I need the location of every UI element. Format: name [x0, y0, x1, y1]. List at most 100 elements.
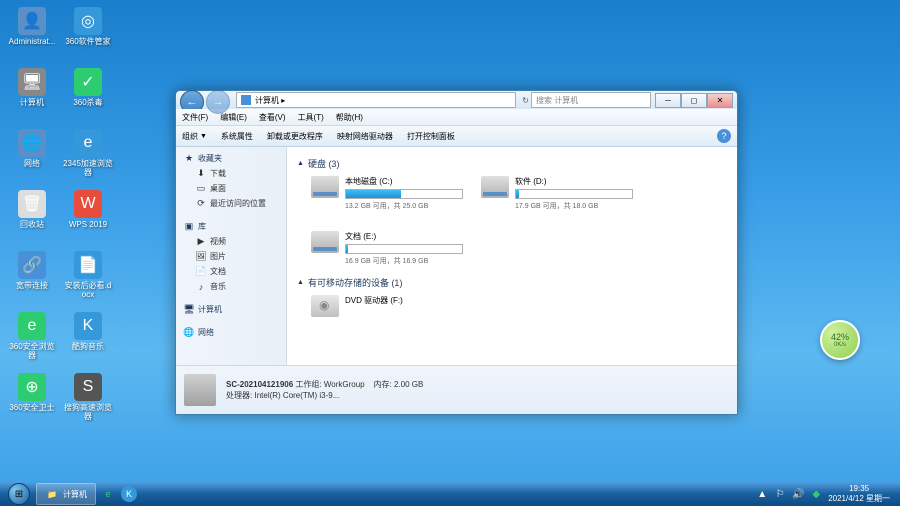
menu-item[interactable]: 工具(T)	[298, 112, 324, 123]
sidebar-item[interactable]: ⬇下载	[176, 166, 286, 181]
taskbar: ⊞ 📁 计算机 e K ▲ ⚐ 🔊 ◆ 19:35 2021/4/12 星期一	[0, 482, 900, 506]
taskbar-clock[interactable]: 19:35 2021/4/12 星期一	[828, 484, 890, 504]
sidebar-network[interactable]: 🌐网络	[176, 325, 286, 340]
desktop-icon[interactable]: 🗑回收站	[5, 188, 59, 247]
maximize-button[interactable]: ◻	[681, 93, 707, 108]
app-icon: 📄	[74, 251, 102, 279]
drive-name: DVD 驱动器 (F:)	[345, 295, 461, 306]
desktop-icon[interactable]: 🖥计算机	[5, 66, 59, 125]
drive-name: 软件 (D:)	[515, 176, 631, 187]
start-button[interactable]: ⊞	[4, 482, 34, 506]
taskbar-task-computer[interactable]: 📁 计算机	[36, 483, 96, 505]
app-icon: 👤	[18, 7, 46, 35]
speed-widget[interactable]: 42% 0K/s	[820, 320, 860, 360]
desktop-icon[interactable]: WWPS 2019	[61, 188, 115, 247]
sidebar-item[interactable]: 🖼图片	[176, 249, 286, 264]
menu-item[interactable]: 帮助(H)	[336, 112, 363, 123]
sidebar-item[interactable]: ▶视频	[176, 234, 286, 249]
icon-label: 360杀毒	[73, 98, 102, 107]
dvd-drive-item[interactable]: DVD 驱动器 (F:)	[311, 295, 461, 317]
menu-item[interactable]: 查看(V)	[259, 112, 286, 123]
drive-item[interactable]: 文档 (E:)16.9 GB 可用，共 16.9 GB	[311, 231, 461, 266]
tray-network-icon[interactable]: 🔊	[792, 488, 804, 500]
sidebar-item[interactable]: ▭桌面	[176, 181, 286, 196]
menu-item[interactable]: 编辑(E)	[220, 112, 247, 123]
nav-forward-button[interactable]: →	[206, 90, 230, 114]
icon-label: 2345加速浏览器	[63, 159, 113, 177]
desktop-icon[interactable]: e2345加速浏览器	[61, 127, 115, 186]
app-icon: 🖥	[18, 68, 46, 96]
drive-item[interactable]: 本地磁盘 (C:) 13.2 GB 可用，共 25.0 GB	[311, 176, 461, 211]
details-pane: SC-202104121906 工作组: WorkGroup 内存: 2.00 …	[176, 365, 737, 414]
menu-item[interactable]: 文件(F)	[182, 112, 208, 123]
sidebar-favorites-header[interactable]: ★收藏夹	[176, 151, 286, 166]
toolbar-item[interactable]: 打开控制面板	[407, 131, 455, 142]
hard-disk-icon	[311, 231, 339, 253]
item-icon: ♪	[196, 282, 206, 292]
minimize-button[interactable]: ─	[655, 93, 681, 108]
toolbar-item[interactable]: 映射网络驱动器	[337, 131, 393, 142]
desktop-icon[interactable]: e360安全浏览器	[5, 310, 59, 369]
help-icon[interactable]: ?	[717, 129, 731, 143]
library-icon: ▣	[184, 222, 194, 232]
toolbar-item[interactable]: 组织 ▼	[182, 131, 207, 142]
star-icon: ★	[184, 154, 194, 164]
icon-label: 360安全浏览器	[7, 342, 57, 360]
drive-name: 本地磁盘 (C:)	[345, 176, 461, 187]
sidebar-computer[interactable]: 🖥计算机	[176, 302, 286, 317]
network-icon: 🌐	[184, 328, 194, 338]
sidebar-item[interactable]: 📄文档	[176, 264, 286, 279]
icon-label: WPS 2019	[69, 220, 107, 229]
desktop-icon[interactable]: ◎360软件管家	[61, 5, 115, 64]
sidebar-item[interactable]: ⟳最近访问的位置	[176, 196, 286, 211]
search-input[interactable]: 搜索 计算机	[531, 92, 651, 108]
icon-label: Administrat...	[9, 37, 56, 46]
icon-label: 酷狗音乐	[72, 342, 104, 351]
item-icon: ⟳	[196, 199, 206, 209]
icon-label: 网络	[24, 159, 40, 168]
computer-large-icon	[184, 374, 216, 406]
tray-shield-icon[interactable]: ◆	[810, 488, 822, 500]
drive-item[interactable]: 软件 (D:) 17.9 GB 可用，共 18.0 GB	[481, 176, 631, 211]
dvd-icon	[311, 295, 339, 317]
desktop-icon[interactable]: 🔗宽带连接	[5, 249, 59, 308]
address-text: 计算机 ▸	[255, 95, 285, 106]
tray-up-icon[interactable]: ▲	[756, 488, 768, 500]
desktop-icon[interactable]: 👤 Administrat...	[5, 5, 59, 64]
close-button[interactable]: ✕	[707, 93, 733, 108]
desktop-icon[interactable]: ⊕360安全卫士	[5, 371, 59, 430]
sidebar-item[interactable]: ♪音乐	[176, 279, 286, 294]
taskbar-pin-360[interactable]: e	[101, 487, 115, 501]
capacity-bar	[345, 189, 463, 199]
sidebar-libraries-header[interactable]: ▣库	[176, 219, 286, 234]
drive-capacity-text: 17.9 GB 可用，共 18.0 GB	[515, 201, 631, 211]
refresh-icon[interactable]: ↻	[522, 96, 529, 105]
desktop-icon[interactable]: S 搜狗高速浏览器	[61, 371, 115, 430]
capacity-bar	[515, 189, 633, 199]
widget-percent: 42%	[831, 332, 849, 342]
tray-flag-icon[interactable]: ⚐	[774, 488, 786, 500]
folder-icon: 📁	[45, 487, 59, 501]
toolbar: 组织 ▼ 系统属性 卸载或更改程序 映射网络驱动器 打开控制面板?	[176, 126, 737, 147]
app-icon: 🗑	[18, 190, 46, 218]
desktop-icon[interactable]: K酷狗音乐	[61, 310, 115, 369]
drive-capacity-text: 13.2 GB 可用，共 25.0 GB	[345, 201, 461, 211]
taskbar-pin-kugou[interactable]: K	[121, 486, 137, 502]
app-icon: S	[74, 373, 102, 401]
group-hard-disks[interactable]: ▲硬盘 (3)	[297, 157, 727, 170]
desktop-icon[interactable]: 🌐 网络	[5, 127, 59, 186]
toolbar-item[interactable]: 系统属性	[221, 131, 253, 142]
icon-label: 搜狗高速浏览器	[63, 403, 113, 421]
address-bar[interactable]: 计算机 ▸	[236, 92, 516, 108]
titlebar: ← → 计算机 ▸ ↻ 搜索 计算机 ─ ◻ ✕	[176, 91, 737, 109]
app-icon: ✓	[74, 68, 102, 96]
item-icon: ⬇	[196, 169, 206, 179]
group-removable[interactable]: ▲有可移动存储的设备 (1)	[297, 276, 727, 289]
sidebar: ★收藏夹 ⬇下载▭桌面⟳最近访问的位置 ▣库 ▶视频🖼图片📄文档♪音乐 🖥计算机…	[176, 147, 287, 365]
collapse-icon: ▲	[297, 279, 304, 286]
item-icon: 🖼	[196, 252, 206, 262]
app-icon: 🌐	[18, 129, 46, 157]
desktop-icon[interactable]: 📄安装后必看.docx	[61, 249, 115, 308]
desktop-icon[interactable]: ✓ 360杀毒	[61, 66, 115, 125]
toolbar-item[interactable]: 卸载或更改程序	[267, 131, 323, 142]
